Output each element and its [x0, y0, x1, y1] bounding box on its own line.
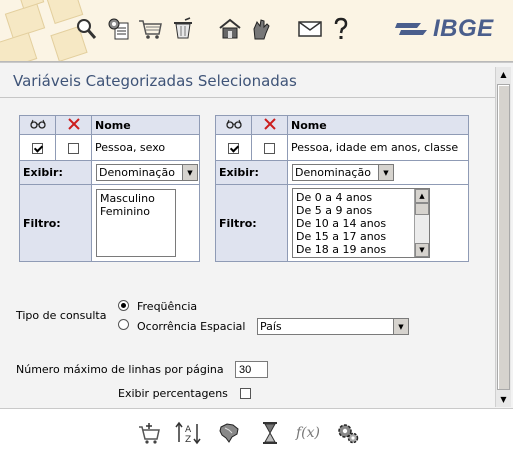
dropdown-arrow-icon[interactable]: ▼ [378, 165, 393, 180]
sort-button[interactable]: A Z [175, 420, 201, 446]
ibge-logo: IBGE [395, 15, 494, 42]
exibir-select[interactable]: Denominação ▼ [96, 164, 198, 181]
scroll-down-icon[interactable]: ▼ [415, 243, 429, 257]
hand-button[interactable] [248, 16, 274, 42]
red-x-icon [263, 117, 276, 130]
exibir-label: Exibir: [215, 160, 288, 185]
page-title: Variáveis Categorizadas Selecionadas [13, 72, 297, 90]
filtro-listbox[interactable]: De 0 a 4 anos De 5 a 9 anos De 10 a 14 a… [292, 188, 430, 258]
magnifier-icon [77, 19, 97, 39]
list-item[interactable]: Feminino [100, 205, 175, 218]
glasses-icon [29, 119, 46, 129]
top-toolbar: IBGE [0, 0, 513, 62]
max-rows-input[interactable] [235, 361, 268, 378]
brazil-map-icon [219, 423, 239, 443]
background-doodle [0, 32, 38, 61]
title-divider [0, 97, 495, 98]
cart-add-icon [139, 423, 160, 444]
exibir-label: Exibir: [19, 160, 92, 185]
list-item[interactable]: De 18 a 19 anos [296, 243, 429, 256]
view-column-header [215, 115, 252, 135]
main-scrollbar[interactable]: ▲ ▼ [495, 67, 511, 407]
scroll-thumb[interactable] [415, 203, 429, 215]
mail-icon [298, 21, 322, 37]
cart-add-button[interactable] [136, 420, 162, 446]
mail-button[interactable] [297, 16, 323, 42]
bottom-toolbar: A Z f(x) [0, 408, 513, 452]
spatial-radio[interactable] [118, 319, 129, 330]
main-panel: Variáveis Categorizadas Selecionadas ▲ ▼ [0, 62, 513, 408]
trash-button[interactable] [170, 16, 196, 42]
list-item[interactable]: De 15 a 17 anos [296, 230, 429, 243]
house-icon [219, 18, 241, 39]
percent-label: Exibir percentagens [118, 387, 228, 400]
exibir-select[interactable]: Denominação ▼ [292, 164, 394, 181]
cart-button[interactable] [137, 16, 163, 42]
frequency-radio[interactable] [118, 300, 129, 311]
query-type-label: Tipo de consulta [16, 309, 107, 322]
remove-checkbox[interactable] [264, 142, 275, 154]
spatial-label[interactable]: Ocorrência Espacial [137, 320, 245, 333]
red-x-icon [67, 117, 80, 130]
fx-icon: f(x) [295, 425, 320, 441]
variable-table-idade: Nome Pessoa, idade em anos, classe Exibi… [215, 115, 469, 262]
help-icon [334, 17, 348, 39]
dropdown-arrow-icon[interactable]: ▼ [182, 165, 197, 180]
max-rows-label: Número máximo de linhas por página [16, 363, 224, 376]
listbox-scrollbar[interactable]: ▲ ▼ [414, 189, 429, 257]
hand-icon [253, 19, 270, 40]
configure-button[interactable] [335, 420, 361, 446]
filtro-label: Filtro: [215, 184, 288, 262]
name-column-header: Nome [91, 115, 200, 135]
help-button[interactable] [328, 16, 354, 42]
list-item[interactable]: Masculino [100, 192, 175, 205]
hourglass-button[interactable] [257, 420, 283, 446]
scroll-up-icon[interactable]: ▲ [415, 189, 429, 203]
sort-az-icon: A Z [175, 421, 201, 445]
trash-icon [174, 17, 192, 39]
list-item[interactable]: De 10 a 14 anos [296, 217, 429, 230]
view-checkbox[interactable] [228, 142, 239, 154]
list-item[interactable]: De 5 a 9 anos [296, 204, 429, 217]
filtro-listbox[interactable]: Masculino Feminino [96, 189, 176, 257]
variable-table-sexo: Nome Pessoa, sexo Exibir: Denominação ▼ … [19, 115, 200, 262]
map-button[interactable] [216, 420, 242, 446]
variable-name: Pessoa, sexo [91, 134, 200, 161]
function-button[interactable]: f(x) [295, 420, 321, 446]
frequency-label[interactable]: Freqüência [137, 300, 197, 313]
gear-icon [338, 424, 359, 444]
ibge-logo-icon [395, 23, 427, 35]
hourglass-icon [263, 422, 277, 444]
ibge-logo-text: IBGE [433, 15, 494, 42]
filtro-label: Filtro: [19, 184, 92, 262]
scroll-thumb[interactable] [497, 84, 510, 390]
glasses-icon [225, 119, 242, 129]
home-button[interactable] [217, 16, 243, 42]
spatial-select[interactable]: País ▼ [257, 318, 409, 335]
svg-text:Z: Z [185, 435, 191, 445]
scroll-down-icon[interactable]: ▼ [496, 392, 511, 407]
remove-column-header [55, 115, 92, 135]
name-column-header: Nome [287, 115, 469, 135]
view-checkbox[interactable] [32, 142, 43, 154]
remove-column-header [251, 115, 288, 135]
scroll-up-icon[interactable]: ▲ [496, 67, 511, 82]
cart-icon [139, 20, 162, 39]
settings-button[interactable] [106, 16, 132, 42]
percent-checkbox[interactable] [240, 388, 251, 399]
variable-name: Pessoa, idade em anos, classe [287, 134, 469, 161]
dropdown-arrow-icon[interactable]: ▼ [393, 319, 408, 334]
settings-doc-icon [108, 18, 129, 40]
search-button[interactable] [73, 16, 99, 42]
svg-text:A: A [185, 425, 192, 435]
view-column-header [19, 115, 56, 135]
list-item[interactable]: De 0 a 4 anos [296, 191, 429, 204]
remove-checkbox[interactable] [68, 142, 79, 154]
